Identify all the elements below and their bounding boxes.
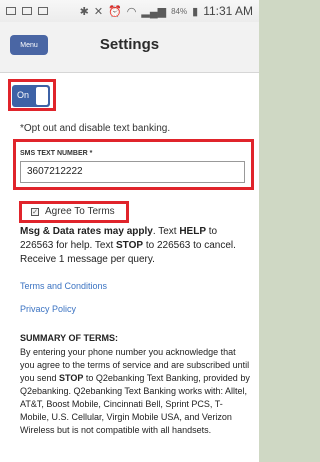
agree-label: Agree To Terms — [45, 206, 115, 217]
clock: 11:31 AM — [203, 4, 253, 18]
stop-keyword: STOP — [116, 240, 144, 251]
image-icon — [22, 7, 32, 15]
sms-number-label: SMS TEXT NUMBER * — [20, 150, 93, 157]
summary-text: By entering your phone number you acknow… — [20, 347, 250, 435]
summary-title: SUMMARY OF TERMS: — [20, 333, 118, 343]
agree-to-terms-checkbox[interactable]: ✓ Agree To Terms — [31, 206, 115, 217]
bluetooth-icon: ✱ — [79, 5, 89, 18]
settings-content: On *Opt out and disable text banking. SM… — [0, 73, 259, 462]
help-keyword: HELP — [179, 226, 206, 237]
opt-out-note: *Opt out and disable text banking. — [20, 123, 171, 134]
mute-icon: ✕ — [93, 5, 104, 18]
battery-icon: ▮ — [192, 5, 199, 18]
terms-link[interactable]: Terms and Conditions — [20, 281, 107, 291]
privacy-link[interactable]: Privacy Policy — [20, 304, 76, 314]
battery-percent: 84% — [171, 6, 188, 16]
rates-lead: Msg & Data rates may apply — [20, 226, 153, 237]
status-bar: ✱ ✕ ⏰ ◠ ▂▄▆ 84% ▮ 11:31 AM — [0, 0, 259, 22]
message-rates-text: Msg & Data rates may apply. Text HELP to… — [20, 226, 236, 265]
alarm-icon: ⏰ — [108, 5, 122, 18]
summary-stop-keyword: STOP — [59, 373, 84, 383]
text-banking-toggle[interactable]: On — [12, 85, 50, 107]
checkbox-icon[interactable]: ✓ — [31, 207, 39, 216]
toggle-label: On — [17, 90, 30, 100]
app-notification-icon — [38, 7, 48, 15]
phone-screen: ✱ ✕ ⏰ ◠ ▂▄▆ 84% ▮ 11:31 AM Menu Settings… — [0, 0, 259, 462]
signal-icon: ▂▄▆ — [141, 5, 167, 18]
toggle-knob — [36, 87, 48, 105]
notification-icon — [6, 7, 16, 15]
app-header: Menu Settings — [0, 22, 259, 73]
wifi-icon: ◠ — [126, 5, 137, 18]
page-title: Settings — [99, 36, 160, 53]
sms-number-input[interactable]: 3607212222 — [20, 161, 245, 183]
